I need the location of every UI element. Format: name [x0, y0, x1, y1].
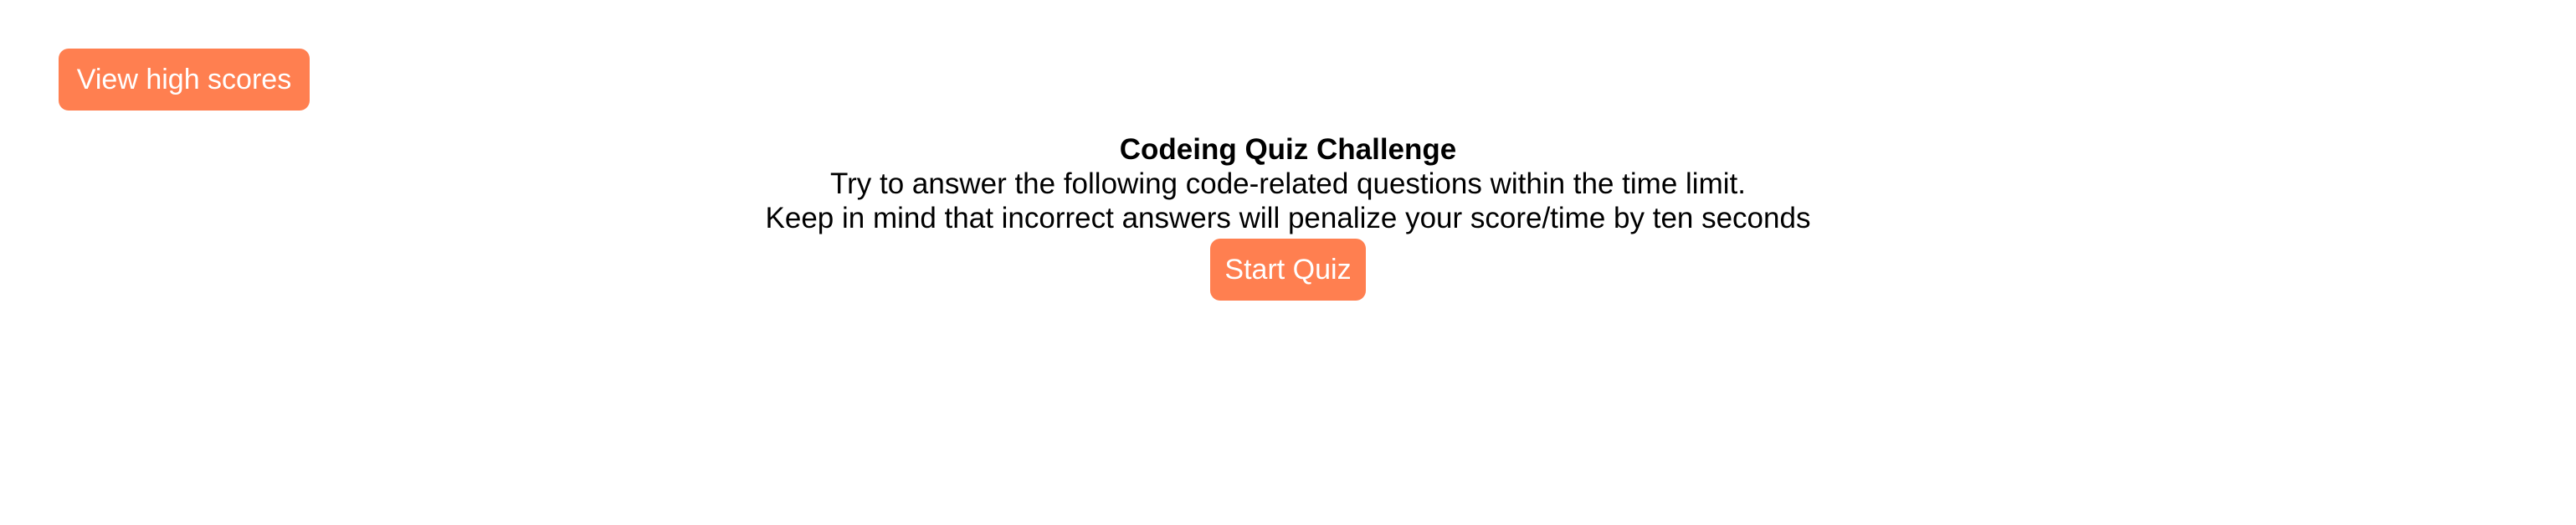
intro-section: Codeing Quiz Challenge Try to answer the… [0, 132, 2576, 301]
start-quiz-button[interactable]: Start Quiz [1210, 239, 1366, 301]
quiz-page: View high scores Codeing Quiz Challenge … [0, 0, 2576, 525]
quiz-title: Codeing Quiz Challenge [1119, 133, 1457, 166]
view-high-scores-button[interactable]: View high scores [59, 49, 310, 111]
intro-line-1: Try to answer the following code-related… [830, 167, 1746, 200]
intro-line-2: Keep in mind that incorrect answers will… [765, 202, 1811, 234]
